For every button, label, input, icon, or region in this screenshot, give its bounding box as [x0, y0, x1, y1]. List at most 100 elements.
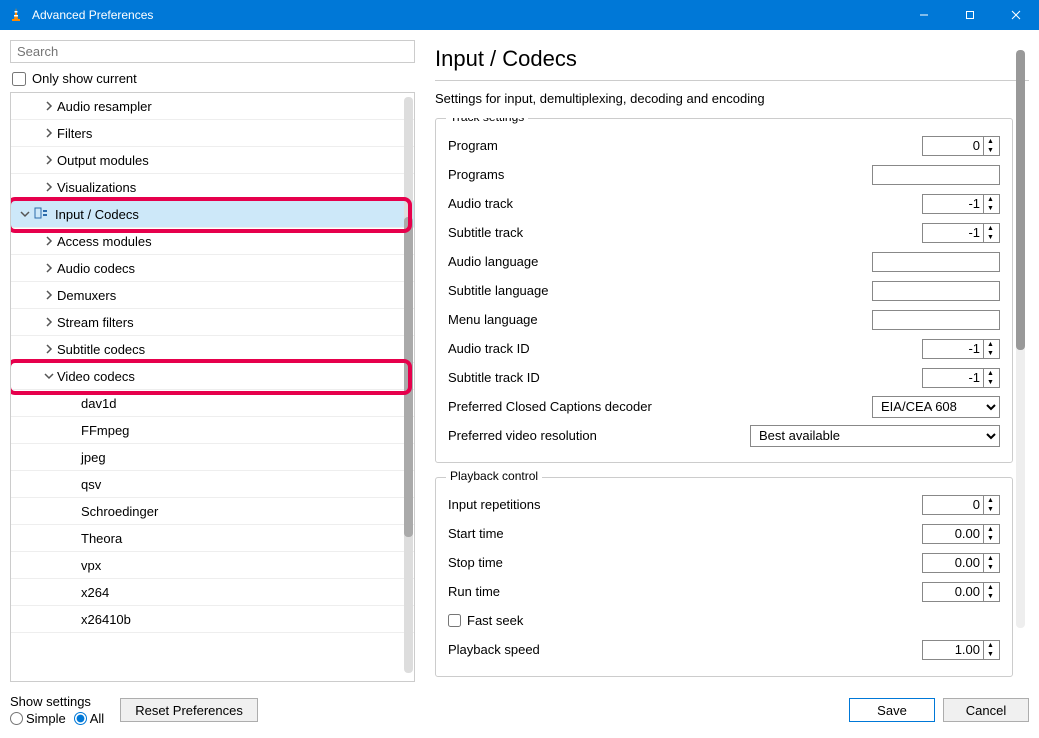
only-show-current-checkbox[interactable]: Only show current: [10, 71, 415, 86]
spinner-up-icon[interactable]: ▲: [984, 340, 997, 349]
spinner-up-icon[interactable]: ▲: [984, 641, 997, 650]
radio-all[interactable]: All: [74, 711, 104, 726]
repetitions-spinner[interactable]: ▲▼: [922, 495, 1000, 515]
fast-seek-checkbox[interactable]: Fast seek: [448, 606, 1000, 635]
repetitions-value[interactable]: [923, 496, 983, 514]
settings-scroll-thumb[interactable]: [1016, 50, 1025, 350]
spinner-up-icon[interactable]: ▲: [984, 583, 997, 592]
spinner-up-icon[interactable]: ▲: [984, 525, 997, 534]
tree-item-dav1d[interactable]: dav1d: [11, 390, 414, 417]
stop-time-value[interactable]: [923, 554, 983, 572]
close-button[interactable]: [993, 0, 1039, 30]
cc-decoder-select[interactable]: EIA/CEA 608: [872, 396, 1000, 418]
only-show-current-box[interactable]: [12, 72, 26, 86]
spinner-down-icon[interactable]: ▼: [984, 146, 997, 155]
tree-item-label: Subtitle codecs: [57, 342, 145, 357]
fast-seek-box[interactable]: [448, 614, 461, 627]
spinner-up-icon[interactable]: ▲: [984, 195, 997, 204]
chevron-right-icon[interactable]: [41, 182, 57, 192]
tree-item-theora[interactable]: Theora: [11, 525, 414, 552]
video-res-label: Preferred video resolution: [448, 428, 738, 443]
minimize-button[interactable]: [901, 0, 947, 30]
spinner-down-icon[interactable]: ▼: [984, 650, 997, 659]
chevron-right-icon[interactable]: [41, 344, 57, 354]
tree-item-schroedinger[interactable]: Schroedinger: [11, 498, 414, 525]
run-time-value[interactable]: [923, 583, 983, 601]
playback-speed-spinner[interactable]: ▲▼: [922, 640, 1000, 660]
spinner-down-icon[interactable]: ▼: [984, 505, 997, 514]
spinner-up-icon[interactable]: ▲: [984, 224, 997, 233]
spinner-down-icon[interactable]: ▼: [984, 592, 997, 601]
chevron-right-icon[interactable]: [41, 155, 57, 165]
audio-lang-input[interactable]: [872, 252, 1000, 272]
tree-item-x264[interactable]: x264: [11, 579, 414, 606]
spinner-down-icon[interactable]: ▼: [984, 204, 997, 213]
chevron-right-icon[interactable]: [41, 236, 57, 246]
tree-item-audio-codecs[interactable]: Audio codecs: [11, 255, 414, 282]
chevron-right-icon[interactable]: [41, 263, 57, 273]
tree-item-vpx[interactable]: vpx: [11, 552, 414, 579]
subtitle-lang-input[interactable]: [872, 281, 1000, 301]
maximize-button[interactable]: [947, 0, 993, 30]
subtitle-track-value[interactable]: [923, 224, 983, 242]
tree-item-input-codecs[interactable]: Input / Codecs: [11, 201, 414, 228]
tree-item-visualizations[interactable]: Visualizations: [11, 174, 414, 201]
chevron-right-icon[interactable]: [41, 317, 57, 327]
tree-item-demuxers[interactable]: Demuxers: [11, 282, 414, 309]
start-time-value[interactable]: [923, 525, 983, 543]
tree-item-jpeg[interactable]: jpeg: [11, 444, 414, 471]
radio-simple[interactable]: Simple: [10, 711, 66, 726]
start-time-spinner[interactable]: ▲▼: [922, 524, 1000, 544]
audio-track-spinner[interactable]: ▲▼: [922, 194, 1000, 214]
tree-item-subtitle-codecs[interactable]: Subtitle codecs: [11, 336, 414, 363]
audio-track-id-value[interactable]: [923, 340, 983, 358]
tree-item-label: Access modules: [57, 234, 152, 249]
program-value[interactable]: [923, 137, 983, 155]
chevron-down-icon[interactable]: [41, 371, 57, 381]
tree-item-audio-resampler[interactable]: Audio resampler: [11, 93, 414, 120]
cancel-button[interactable]: Cancel: [943, 698, 1029, 722]
run-time-spinner[interactable]: ▲▼: [922, 582, 1000, 602]
stop-time-spinner[interactable]: ▲▼: [922, 553, 1000, 573]
spinner-down-icon[interactable]: ▼: [984, 534, 997, 543]
tree-item-label: Audio resampler: [57, 99, 152, 114]
playback-speed-value[interactable]: [923, 641, 983, 659]
spinner-down-icon[interactable]: ▼: [984, 349, 997, 358]
preferences-tree: Audio resampler FiltersOutput modulesVisu…: [10, 92, 415, 682]
tree-item-access-modules[interactable]: Access modules: [11, 228, 414, 255]
spinner-up-icon[interactable]: ▲: [984, 137, 997, 146]
audio-track-value[interactable]: [923, 195, 983, 213]
chevron-right-icon[interactable]: [41, 290, 57, 300]
tree-item-ffmpeg[interactable]: FFmpeg: [11, 417, 414, 444]
spinner-down-icon[interactable]: ▼: [984, 233, 997, 242]
spinner-down-icon[interactable]: ▼: [984, 378, 997, 387]
reset-preferences-button[interactable]: Reset Preferences: [120, 698, 258, 722]
tree-scroll-thumb[interactable]: [404, 217, 413, 537]
spinner-up-icon[interactable]: ▲: [984, 369, 997, 378]
tree-scrollbar[interactable]: [404, 97, 413, 673]
chevron-right-icon[interactable]: [41, 101, 57, 111]
subtitle-track-id-value[interactable]: [923, 369, 983, 387]
subtitle-track-spinner[interactable]: ▲▼: [922, 223, 1000, 243]
spinner-up-icon[interactable]: ▲: [984, 554, 997, 563]
spinner-up-icon[interactable]: ▲: [984, 496, 997, 505]
tree-item-label: x26410b: [81, 612, 131, 627]
tree-item-filters[interactable]: Filters: [11, 120, 414, 147]
save-button[interactable]: Save: [849, 698, 935, 722]
tree-item-x26410b[interactable]: x26410b: [11, 606, 414, 633]
search-input[interactable]: [10, 40, 415, 63]
chevron-right-icon[interactable]: [41, 128, 57, 138]
audio-track-id-spinner[interactable]: ▲▼: [922, 339, 1000, 359]
tree-item-output-modules[interactable]: Output modules: [11, 147, 414, 174]
video-res-select[interactable]: Best available: [750, 425, 1000, 447]
chevron-down-icon[interactable]: [17, 209, 33, 219]
spinner-down-icon[interactable]: ▼: [984, 563, 997, 572]
program-spinner[interactable]: ▲▼: [922, 136, 1000, 156]
settings-scrollbar[interactable]: [1016, 50, 1025, 628]
tree-item-qsv[interactable]: qsv: [11, 471, 414, 498]
menu-lang-input[interactable]: [872, 310, 1000, 330]
tree-item-stream-filters[interactable]: Stream filters: [11, 309, 414, 336]
programs-input[interactable]: [872, 165, 1000, 185]
subtitle-track-id-spinner[interactable]: ▲▼: [922, 368, 1000, 388]
tree-item-video-codecs[interactable]: Video codecs: [11, 363, 414, 390]
